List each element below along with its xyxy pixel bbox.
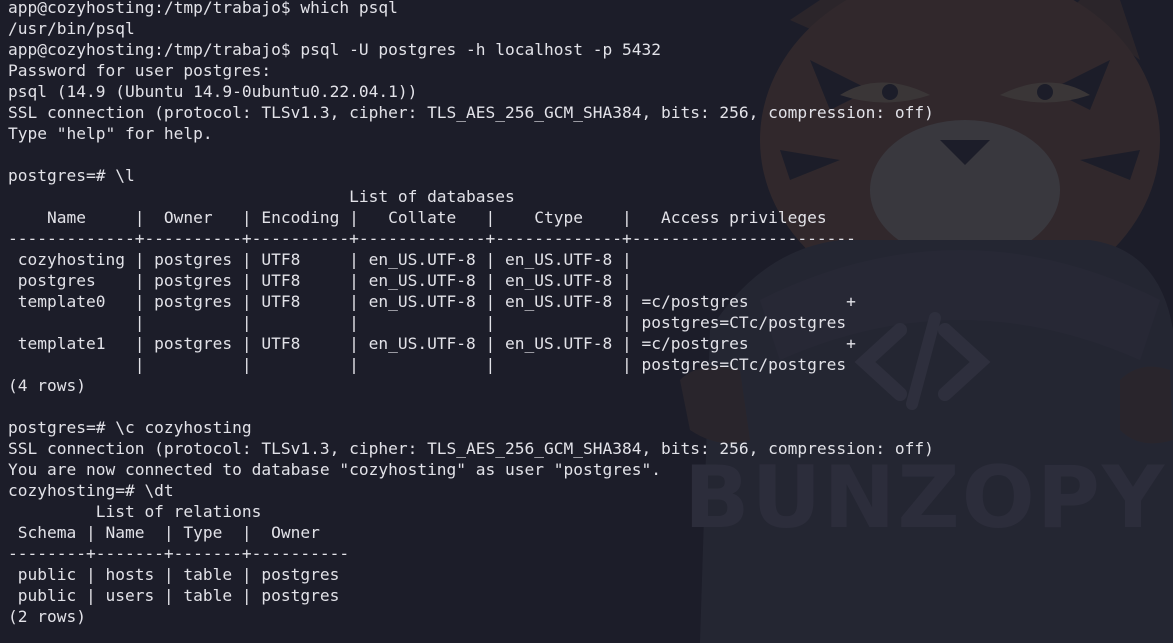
terminal-line: app@cozyhosting:/tmp/trabajo$ psql -U po… bbox=[8, 40, 661, 59]
terminal-line: postgres | postgres | UTF8 | en_US.UTF-8… bbox=[8, 271, 632, 290]
terminal-line: Password for user postgres: bbox=[8, 61, 272, 80]
terminal-line: | | | | | postgres=CTc/postgres bbox=[8, 313, 847, 332]
terminal-line: template1 | postgres | UTF8 | en_US.UTF-… bbox=[8, 334, 856, 353]
terminal-window[interactable]: BUNZOPY app@cozyhosting:/tmp/trabajo$ wh… bbox=[0, 0, 1173, 643]
terminal-line: Name | Owner | Encoding | Collate | Ctyp… bbox=[8, 208, 827, 227]
terminal-line: List of databases bbox=[8, 187, 515, 206]
terminal-line: (2 rows) bbox=[8, 607, 86, 626]
terminal-line: template0 | postgres | UTF8 | en_US.UTF-… bbox=[8, 292, 856, 311]
terminal-line: --------+-------+-------+---------- bbox=[8, 544, 350, 563]
terminal-line: cozyhosting | postgres | UTF8 | en_US.UT… bbox=[8, 250, 632, 269]
terminal-line: public | users | table | postgres bbox=[8, 586, 340, 605]
terminal-line: List of relations bbox=[8, 502, 262, 521]
terminal-line: SSL connection (protocol: TLSv1.3, ciphe… bbox=[8, 103, 934, 122]
terminal-line: cozyhosting=# \dt bbox=[8, 481, 174, 500]
terminal-line: postgres=# \l bbox=[8, 166, 135, 185]
terminal-line: | | | | | postgres=CTc/postgres bbox=[8, 355, 847, 374]
terminal-line: public | hosts | table | postgres bbox=[8, 565, 340, 584]
terminal-line: postgres=# \c cozyhosting bbox=[8, 418, 252, 437]
terminal-line: SSL connection (protocol: TLSv1.3, ciphe… bbox=[8, 439, 934, 458]
terminal-line: /usr/bin/psql bbox=[8, 19, 135, 38]
terminal-line: psql (14.9 (Ubuntu 14.9-0ubuntu0.22.04.1… bbox=[8, 82, 418, 101]
terminal-output[interactable]: app@cozyhosting:/tmp/trabajo$ which psql… bbox=[8, 0, 934, 627]
terminal-line: (4 rows) bbox=[8, 376, 86, 395]
terminal-line: Schema | Name | Type | Owner bbox=[8, 523, 320, 542]
terminal-line: Type "help" for help. bbox=[8, 124, 213, 143]
terminal-line: app@cozyhosting:/tmp/trabajo$ which psql bbox=[8, 0, 398, 17]
terminal-line: You are now connected to database "cozyh… bbox=[8, 460, 661, 479]
terminal-line: -------------+----------+----------+----… bbox=[8, 229, 856, 248]
